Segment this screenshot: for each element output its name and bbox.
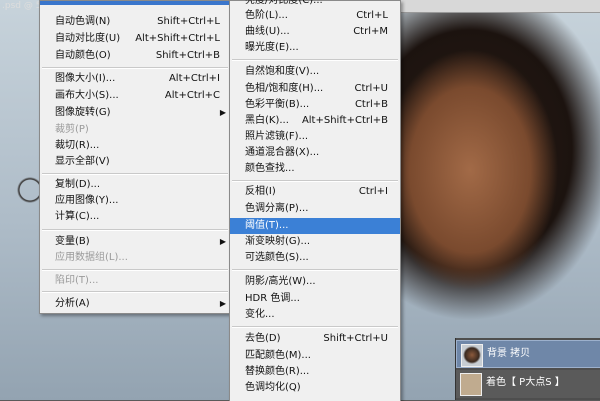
layer-name: 背景 拷贝 (487, 348, 531, 359)
menu-item-reveal-all[interactable]: 显示全部(V) (40, 154, 230, 170)
menu-separator (42, 173, 228, 175)
menu-separator (232, 269, 398, 271)
menu-item-invert[interactable]: 反相(I) Ctrl+I (230, 184, 400, 200)
menu-item-duplicate[interactable]: 复制(D)... (40, 177, 230, 193)
menu-item-analysis[interactable]: 分析(A) ▶ (40, 296, 230, 312)
menu-item-channel-mixer[interactable]: 通道混合器(X)... (230, 145, 400, 161)
menu-item-crop: 裁剪(P) (55, 124, 89, 135)
menu-item-threshold[interactable]: 阈值(T)... (230, 218, 400, 234)
menu-item-black-white[interactable]: 黑白(K)... Alt+Shift+Ctrl+B (230, 113, 400, 129)
menu-item-hue-saturation[interactable]: 色相/饱和度(H)... Ctrl+U (230, 81, 400, 97)
menu-item-curves[interactable]: 曲线(U)... Ctrl+M (230, 24, 400, 40)
submenu-arrow-icon: ▶ (219, 299, 226, 308)
adjustments-item-highlight[interactable] (40, 1, 230, 5)
menu-item-levels[interactable]: 色阶(L)... Ctrl+L (230, 8, 400, 24)
menu-item-apply-image[interactable]: 应用图像(Y)... (40, 193, 230, 209)
layer-row-colorize[interactable]: 着色【 P大点S 】 (456, 370, 600, 398)
submenu-arrow-icon: ▶ (219, 237, 226, 246)
menu-separator (42, 291, 228, 293)
menu-separator (232, 59, 398, 61)
menu-item-auto-color[interactable]: 自动颜色(O) Shift+Ctrl+B (40, 48, 230, 64)
layer-thumbnail (460, 373, 482, 396)
menu-item-color-lookup[interactable]: 颜色查找... (230, 161, 400, 177)
menu-item-trap: 陷印(T)... (55, 275, 99, 286)
menu-item-auto-tone[interactable]: 自动色调(N) Shift+Ctrl+L (40, 14, 230, 30)
menu-separator (232, 326, 398, 328)
image-menu: 自动色调(N) Shift+Ctrl+L 自动对比度(U) Alt+Shift+… (39, 0, 231, 314)
menu-item-match-color[interactable]: 匹配颜色(M)... (230, 348, 400, 364)
menu-item-auto-contrast[interactable]: 自动对比度(U) Alt+Shift+Ctrl+L (40, 31, 230, 47)
menu-item-posterize[interactable]: 色调分离(P)... (230, 201, 400, 217)
menu-item-variations[interactable]: 变化... (230, 307, 400, 323)
menu-item-variables[interactable]: 变量(B) ▶ (40, 234, 230, 250)
menu-item-trim[interactable]: 裁切(R)... (40, 138, 230, 154)
menu-separator (42, 229, 228, 231)
menu-item-image-size[interactable]: 图像大小(I)... Alt+Ctrl+I (40, 71, 230, 87)
menu-item-replace-color[interactable]: 替换颜色(R)... (230, 364, 400, 380)
menu-separator (232, 180, 398, 182)
ruler-strip (400, 0, 600, 13)
menu-item-desaturate[interactable]: 去色(D) Shift+Ctrl+U (230, 331, 400, 347)
menu-item-vibrance[interactable]: 自然饱和度(V)... (230, 64, 400, 80)
menu-item-shadows-highlights[interactable]: 阴影/高光(W)... (230, 274, 400, 290)
menu-item-canvas-size[interactable]: 画布大小(S)... Alt+Ctrl+C (40, 88, 230, 104)
adjustments-submenu: 亮度/对比度(C)... 色阶(L)... Ctrl+L 曲线(U)... Ct… (229, 0, 401, 401)
menu-item-selective-color[interactable]: 可选颜色(S)... (230, 250, 400, 266)
submenu-arrow-icon: ▶ (219, 108, 226, 117)
menu-item-color-balance[interactable]: 色彩平衡(B)... Ctrl+B (230, 97, 400, 113)
layer-thumbnail (461, 344, 483, 367)
menu-item-gradient-map[interactable]: 渐变映射(G)... (230, 234, 400, 250)
layers-panel: 背景 拷贝 着色【 P大点S 】 (455, 338, 600, 400)
document-tab[interactable]: .psd @ 5 (0, 0, 41, 12)
layer-row-background-copy[interactable]: 背景 拷贝 (456, 340, 600, 368)
menu-item-hdr-toning[interactable]: HDR 色调... (230, 291, 400, 307)
menu-item-exposure[interactable]: 曝光度(E)... (230, 40, 400, 56)
menu-item-equalize[interactable]: 色调均化(Q) (230, 380, 400, 396)
menu-item-apply-data-set: 应用数据组(L)... (55, 252, 128, 263)
menu-item-calculations[interactable]: 计算(C)... (40, 209, 230, 225)
menu-item-photo-filter[interactable]: 照片滤镜(F)... (230, 129, 400, 145)
layer-name: 着色【 P大点S 】 (486, 377, 565, 388)
menu-item-image-rotation[interactable]: 图像旋转(G) ▶ (40, 105, 230, 121)
menu-separator (42, 269, 228, 271)
menu-separator (42, 67, 228, 69)
